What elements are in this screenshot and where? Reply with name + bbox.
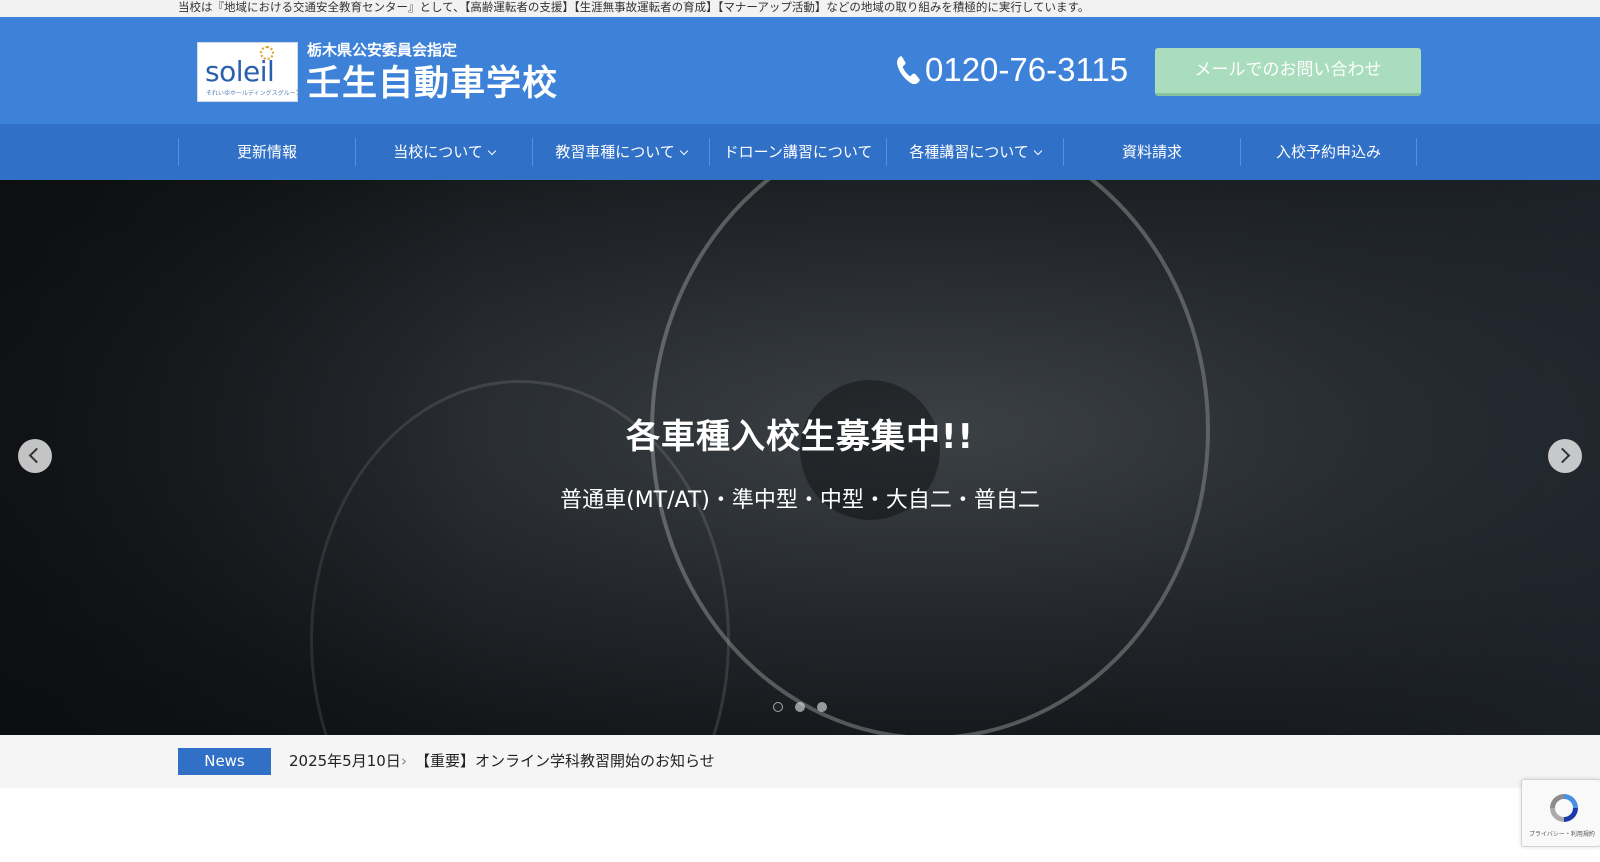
hero-title: 各車種入校生募集中!! xyxy=(625,417,974,457)
slider-prev-button[interactable] xyxy=(18,439,52,473)
nav-item-enrollment[interactable]: 入校予約申込み xyxy=(1240,138,1417,166)
nav-item-label: 教習車種について xyxy=(555,143,675,161)
hero-shade xyxy=(0,180,1600,735)
main-navigation: 更新情報 当校について 教習車種について ドローン講習について 各種講習について… xyxy=(0,124,1600,180)
nav-item-drone[interactable]: ドローン講習について xyxy=(709,138,886,166)
nav-item-courses[interactable]: 各種講習について xyxy=(886,138,1063,166)
nav-item-updates[interactable]: 更新情報 xyxy=(178,138,355,166)
site-header: soleil それいゆホールディングスグループ 栃木県公安委員会指定 壬生自動車… xyxy=(0,17,1600,124)
news-link[interactable]: 【重要】オンライン学科教習開始のお知らせ xyxy=(415,749,715,773)
announcement-text: 当校は『地域における交通安全教育センター』として、【高齢運転者の支援】【生涯無事… xyxy=(178,0,1090,14)
nav-item-brochure[interactable]: 資料請求 xyxy=(1063,138,1240,166)
designation-label: 栃木県公安委員会指定 xyxy=(307,41,458,59)
hero-slider: 各車種入校生募集中!! 普通車(MT/AT)・準中型・中型・大自二・普自二 xyxy=(0,180,1600,735)
logo-subtext: それいゆホールディングスグループ xyxy=(206,90,302,97)
chevron-down-icon xyxy=(1033,146,1043,156)
slider-dot-2[interactable] xyxy=(795,702,805,712)
chevron-right-icon xyxy=(1554,447,1571,464)
slider-dot-1[interactable] xyxy=(773,702,783,712)
phone-icon xyxy=(897,56,920,85)
recaptcha-badge[interactable]: プライバシー・利用規約 xyxy=(1521,779,1600,847)
nav-item-about[interactable]: 当校について xyxy=(355,138,532,166)
chevron-right-icon: › xyxy=(401,752,407,770)
nav-item-label: 当校について xyxy=(393,143,483,161)
nav-item-label: ドローン講習について xyxy=(723,143,873,161)
chevron-down-icon xyxy=(487,146,497,156)
news-date: 2025年5月10日 xyxy=(289,752,401,770)
nav-item-label: 入校予約申込み xyxy=(1275,143,1381,161)
nav-item-vehicle-types[interactable]: 教習車種について xyxy=(532,138,709,166)
recaptcha-icon xyxy=(1550,794,1578,822)
nav-item-label: 資料請求 xyxy=(1121,143,1182,161)
mail-contact-button[interactable]: メールでのお問い合わせ xyxy=(1155,48,1421,96)
hero-subtitle: 普通車(MT/AT)・準中型・中型・大自二・普自二 xyxy=(560,488,1040,513)
slider-next-button[interactable] xyxy=(1548,439,1582,473)
chevron-left-icon xyxy=(28,447,45,464)
nav-item-label: 更新情報 xyxy=(236,143,297,161)
news-badge: News xyxy=(178,748,271,775)
nav-item-label: 各種講習について xyxy=(909,143,1029,161)
slider-dot-3[interactable] xyxy=(817,702,827,712)
top-announcement-bar: 当校は『地域における交通安全教育センター』として、【高齢運転者の支援】【生涯無事… xyxy=(0,0,1600,17)
news-ticker: News 2025年5月10日 › 【重要】オンライン学科教習開始のお知らせ xyxy=(0,735,1600,788)
school-name[interactable]: 壬生自動車学校 xyxy=(306,64,558,104)
chevron-down-icon xyxy=(679,146,689,156)
phone-number[interactable]: 0120-76-3115 xyxy=(925,50,1128,90)
logo-wordmark: soleil xyxy=(205,55,275,88)
recaptcha-footer[interactable]: プライバシー・利用規約 xyxy=(1522,831,1600,839)
school-logo[interactable]: soleil それいゆホールディングスグループ xyxy=(197,42,302,102)
